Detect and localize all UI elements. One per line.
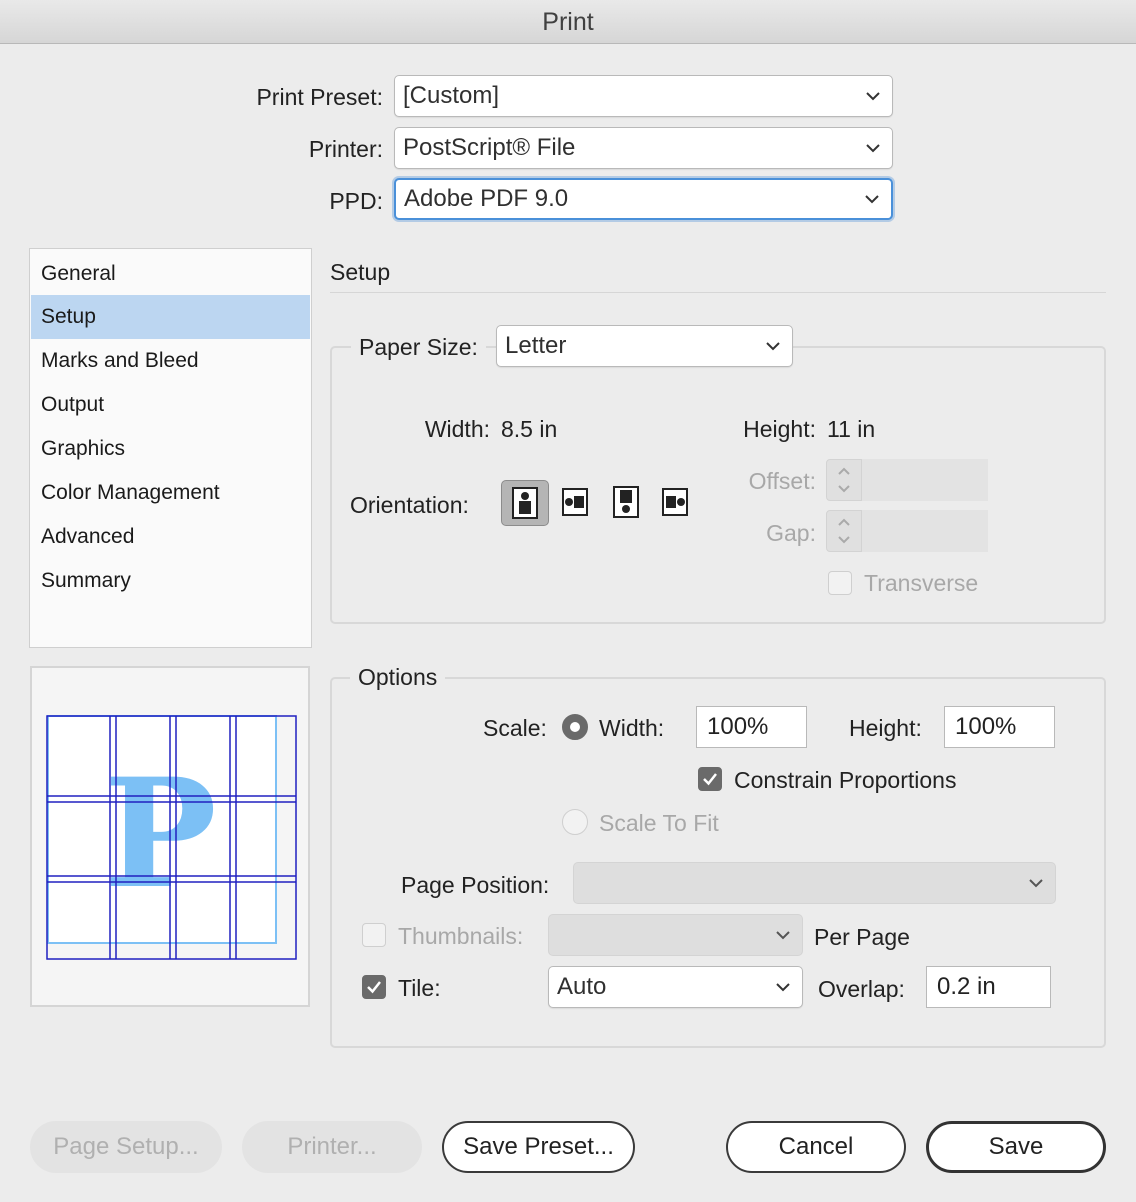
paper-size-label: Paper Size: [351,336,486,360]
offset-label: Offset: [748,468,816,494]
preview-glyph: P [104,746,217,922]
scale-width-input[interactable]: 100% [696,706,807,748]
thumbnails-label: Thumbnails: [398,923,524,949]
gap-field [862,510,988,552]
scale-height-label: Height: [849,715,922,741]
tile-preview-graphic: P [46,715,297,960]
options-title: Options [350,666,446,690]
orientation-reverse-portrait-button[interactable] [604,480,648,524]
scale-to-fit-radio [562,809,588,835]
tile-select[interactable]: Auto [548,966,803,1008]
thumbnails-per-page-label: Per Page [814,924,910,950]
constrain-proportions-label: Constrain Proportions [734,767,957,793]
offset-stepper [826,459,862,501]
offset-field [862,459,988,501]
tile-label: Tile: [398,975,441,1001]
paper-size-value: Letter [505,332,567,359]
section-title: Setup [330,259,391,285]
tile-value: Auto [557,973,607,1000]
reverse-landscape-icon [662,488,688,516]
scale-label: Scale: [483,715,547,741]
ppd-value: Adobe PDF 9.0 [404,185,569,212]
stepper-arrows-icon [838,467,850,493]
landscape-icon [562,488,588,516]
scale-to-fit-label: Scale To Fit [599,810,719,836]
section-divider [330,292,1106,293]
thumbnails-select [548,914,803,956]
reverse-portrait-icon [613,486,639,518]
gap-stepper [826,510,862,552]
gap-label: Gap: [766,520,816,546]
sidebar-item-setup[interactable]: Setup [31,295,310,339]
printer-select[interactable]: PostScript® File [394,127,893,169]
page-position-select [573,862,1056,904]
height-value: 11 in [827,416,876,442]
printer-label: Printer: [308,136,383,162]
sidebar-item-output[interactable]: Output [31,383,310,427]
printer-value: PostScript® File [403,134,576,161]
ppd-label: PPD: [329,188,383,214]
scale-width-label: Width: [599,715,665,741]
print-preset-select[interactable]: [Custom] [394,75,893,117]
chevron-down-icon [865,195,879,204]
cancel-button[interactable]: Cancel [726,1121,906,1173]
paper-size-select[interactable]: Letter [496,325,793,367]
chevron-down-icon [866,92,880,101]
portrait-icon [512,487,538,519]
window-title: Print [0,0,1136,44]
sidebar-item-summary[interactable]: Summary [31,559,310,603]
width-value: 8.5 in [501,416,558,442]
orientation-landscape-button[interactable] [553,480,597,524]
page-setup-button: Page Setup... [30,1121,222,1173]
sidebar-item-graphics[interactable]: Graphics [31,427,310,471]
orientation-portrait-button[interactable] [501,480,549,526]
sidebar-item-color-management[interactable]: Color Management [31,471,310,515]
printer-button: Printer... [242,1121,422,1173]
orientation-reverse-landscape-button[interactable] [653,480,697,524]
sidebar-item-advanced[interactable]: Advanced [31,515,310,559]
print-preset-value: [Custom] [403,82,500,109]
chevron-down-icon [776,983,790,992]
overlap-input[interactable]: 0.2 in [926,966,1051,1008]
width-label: Width: [424,416,490,442]
category-list: General Setup Marks and Bleed Output Gra… [29,248,312,648]
transverse-checkbox [828,571,852,595]
tile-checkbox[interactable] [362,975,386,999]
chevron-down-icon [866,144,880,153]
chevron-down-icon [766,342,780,351]
scale-height-input[interactable]: 100% [944,706,1055,748]
sidebar-item-general[interactable]: General [31,252,310,296]
transverse-label: Transverse [864,570,979,596]
sidebar-item-marks-and-bleed[interactable]: Marks and Bleed [31,339,310,383]
page-position-label: Page Position: [401,872,550,898]
height-label: Height: [743,416,816,442]
save-preset-button[interactable]: Save Preset... [442,1121,635,1173]
overlap-label: Overlap: [818,976,905,1002]
print-preview: P [30,666,310,1007]
checkmark-icon [703,773,717,786]
chevron-down-icon [1029,879,1043,888]
orientation-label: Orientation: [350,492,469,518]
ppd-select[interactable]: Adobe PDF 9.0 [394,178,893,220]
scale-width-radio[interactable] [562,714,588,740]
chevron-down-icon [776,931,790,940]
stepper-arrows-icon [838,518,850,544]
thumbnails-checkbox [362,923,386,947]
checkmark-icon [367,981,381,994]
save-button[interactable]: Save [926,1121,1106,1173]
print-preset-label: Print Preset: [256,84,383,110]
constrain-proportions-checkbox[interactable] [698,767,722,791]
